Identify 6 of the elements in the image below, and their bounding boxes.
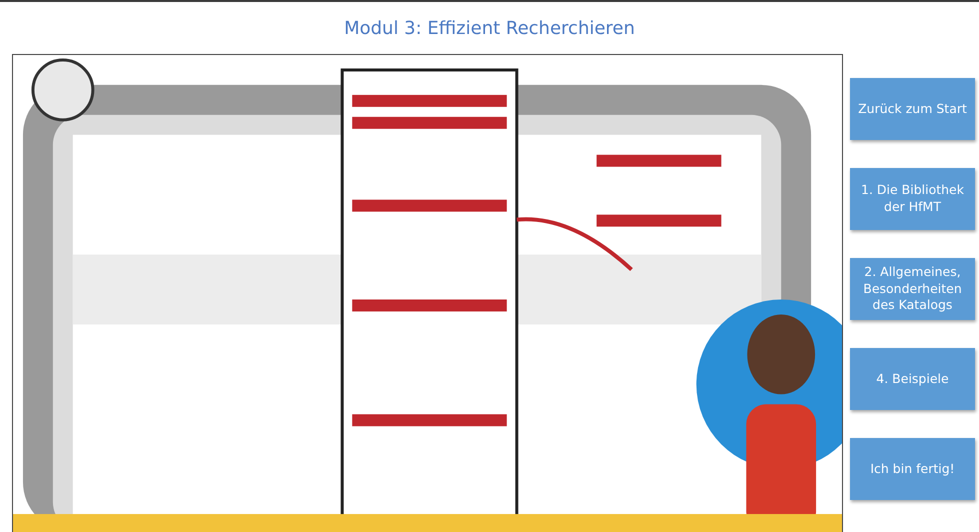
nav-button[interactable]: Ich bin fertig! bbox=[850, 438, 975, 500]
nav-button[interactable]: 1. Die Bibliothek der HfMT bbox=[850, 168, 975, 230]
page-title: Modul 3: Effizient Recherchieren bbox=[343, 16, 636, 40]
nav-button[interactable]: 4. Beispiele bbox=[850, 348, 975, 410]
nav-button[interactable]: 2. Allgemeines, Besonderheiten des Katalogs bbox=[850, 258, 975, 320]
nav-button[interactable]: Zurück zum Start bbox=[850, 78, 975, 140]
